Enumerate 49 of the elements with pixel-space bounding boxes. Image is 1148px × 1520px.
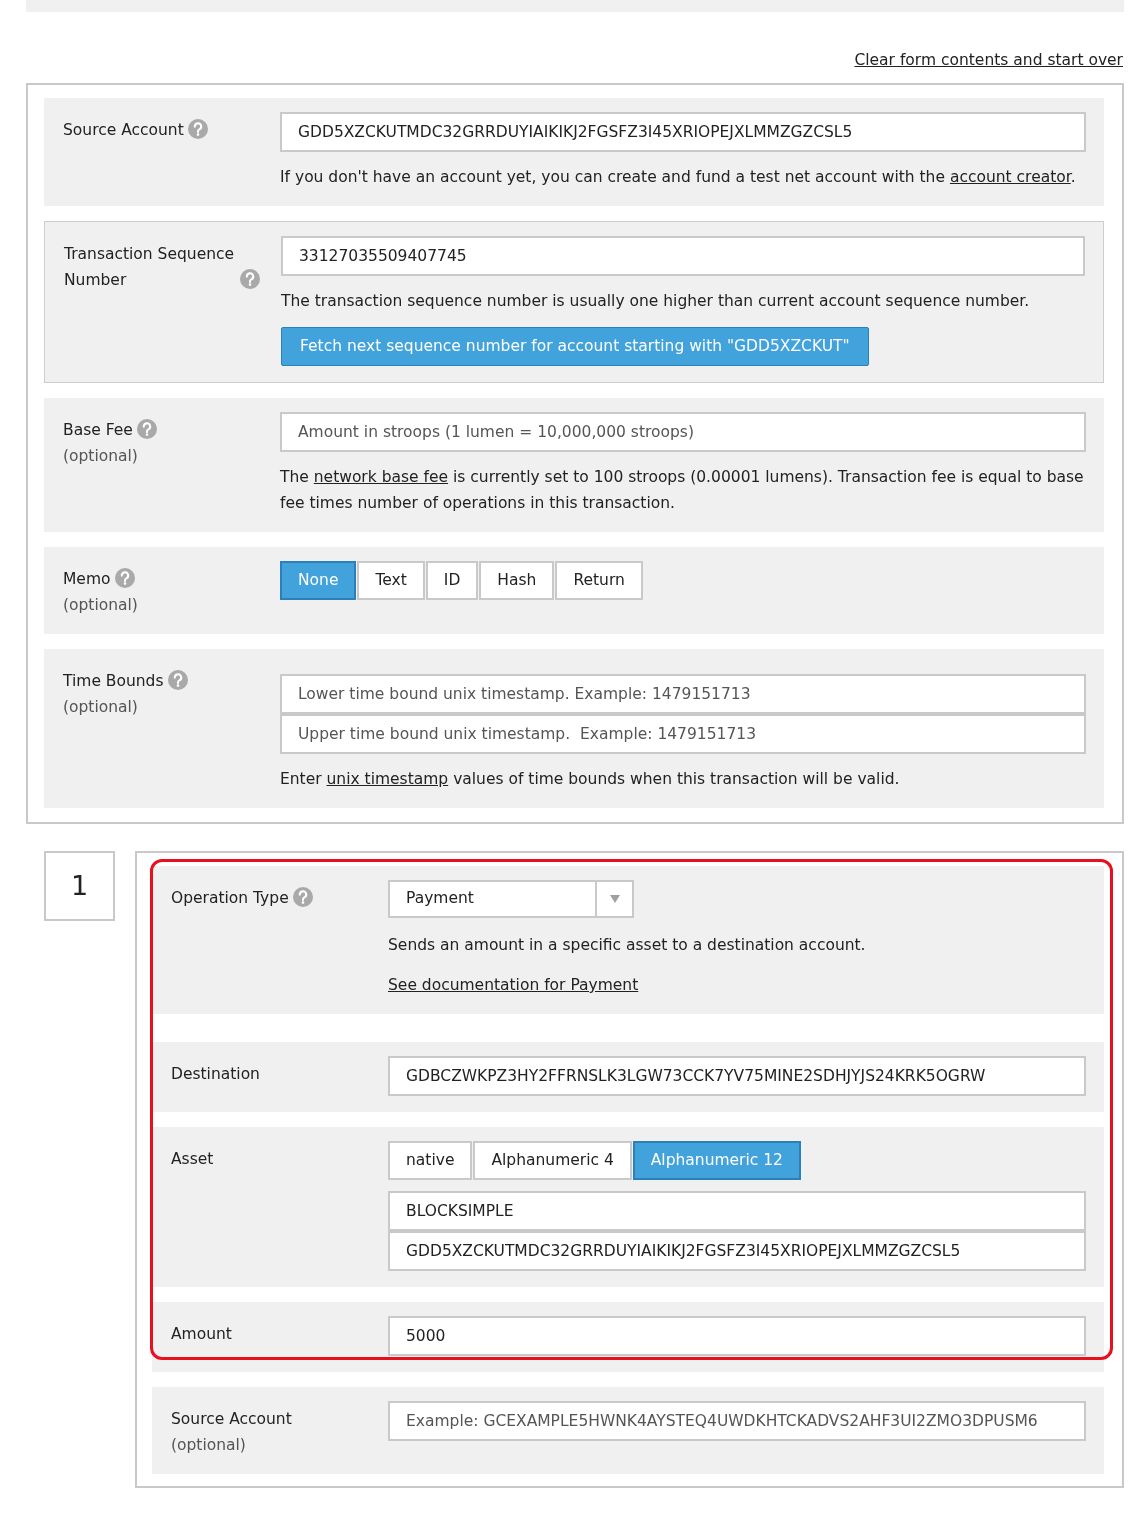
text-input[interactable]: 33127035509407745: [281, 236, 1085, 276]
optional-note: (optional): [63, 595, 138, 616]
text-input[interactable]: GDD5XZCKUTMDC32GRRDUYIAIKIKJ2FGSFZ3I45XRIOPEJXLMMZGZCSL5: [280, 112, 1086, 152]
field-label: Memo: [63, 569, 111, 590]
text-link[interactable]: See documentation for Payment: [388, 976, 639, 994]
segment-button[interactable]: Hash: [479, 561, 555, 600]
text-input[interactable]: GDD5XZCKUTMDC32GRRDUYIAIKIKJ2FGSFZ3I45XRIOPEJXLMMZGZCSL5: [388, 1231, 1086, 1271]
segment-button[interactable]: Alphanumeric 4: [473, 1141, 632, 1180]
segment-button[interactable]: Return: [555, 561, 643, 600]
text-link[interactable]: unix timestamp: [326, 770, 449, 788]
help-text: If you don't have an account yet, you can create and fund a test net account with the account creator.: [280, 167, 1077, 188]
field-label: Base Fee: [63, 420, 133, 441]
dropdown-select[interactable]: Payment: [388, 880, 634, 918]
help-icon[interactable]: [240, 269, 260, 289]
field-label: Time Bounds: [63, 671, 164, 692]
optional-note: (optional): [171, 1435, 246, 1456]
help-icon[interactable]: [292, 887, 313, 907]
field-label: Asset: [171, 1149, 214, 1170]
text-input[interactable]: Upper time bound unix timestamp. Example: 1479151713: [280, 714, 1086, 754]
field-label: Operation Type: [171, 888, 289, 909]
text-input[interactable]: Lower time bound unix timestamp. Example: 1479151713: [280, 674, 1086, 714]
text-input[interactable]: GDBCZWKPZ3HY2FFRNSLK3LGW73CCK7YV75MINE2SDHJYJS24KRK5OGRW: [388, 1056, 1086, 1096]
operation-number: 1: [44, 851, 115, 921]
field-label: Source Account: [171, 1409, 292, 1430]
clear-form-link[interactable]: Clear form contents and start over: [854, 49, 1123, 71]
field-label: Amount: [171, 1324, 232, 1345]
caret-icon: [609, 895, 620, 903]
optional-note: (optional): [63, 446, 138, 467]
text-input[interactable]: Amount in stroops (1 lumen = 10,000,000 stroops): [280, 412, 1086, 452]
segment-button[interactable]: native: [388, 1141, 473, 1180]
help-text: The network base fee is currently set to 100 stroops (0.00001 lumens). Transaction fee is equal to base fee times number of operations in this transaction.: [280, 467, 1085, 514]
field-label: Destination: [171, 1064, 260, 1085]
segment-button[interactable]: Text: [357, 561, 425, 600]
help-icon[interactable]: [114, 568, 135, 588]
text-link[interactable]: network base fee: [313, 468, 449, 486]
segment-button[interactable]: ID: [425, 561, 479, 600]
help-text: Enter unix timestamp values of time bounds when this transaction will be valid.: [280, 769, 901, 790]
help-text: The transaction sequence number is usually one higher than current account sequence number.: [281, 291, 1031, 312]
optional-note: (optional): [63, 697, 138, 718]
field-label: Transaction Sequence Number: [64, 244, 236, 291]
help-text: Sends an amount in a specific asset to a destination account.: [388, 935, 867, 956]
text-input[interactable]: Example: GCEXAMPLE5HWNK4AYSTEQ4UWDKHTCKADVS2AHF3UI2ZMO3DPUSM6: [388, 1401, 1086, 1441]
text-input[interactable]: 5000: [388, 1316, 1086, 1356]
help-icon[interactable]: [187, 119, 208, 139]
text-input[interactable]: BLOCKSIMPLE: [388, 1191, 1086, 1231]
help-icon[interactable]: [136, 419, 157, 439]
text-link[interactable]: account creator: [949, 168, 1071, 186]
field-label: Source Account: [63, 120, 184, 141]
help-icon[interactable]: [167, 670, 188, 690]
